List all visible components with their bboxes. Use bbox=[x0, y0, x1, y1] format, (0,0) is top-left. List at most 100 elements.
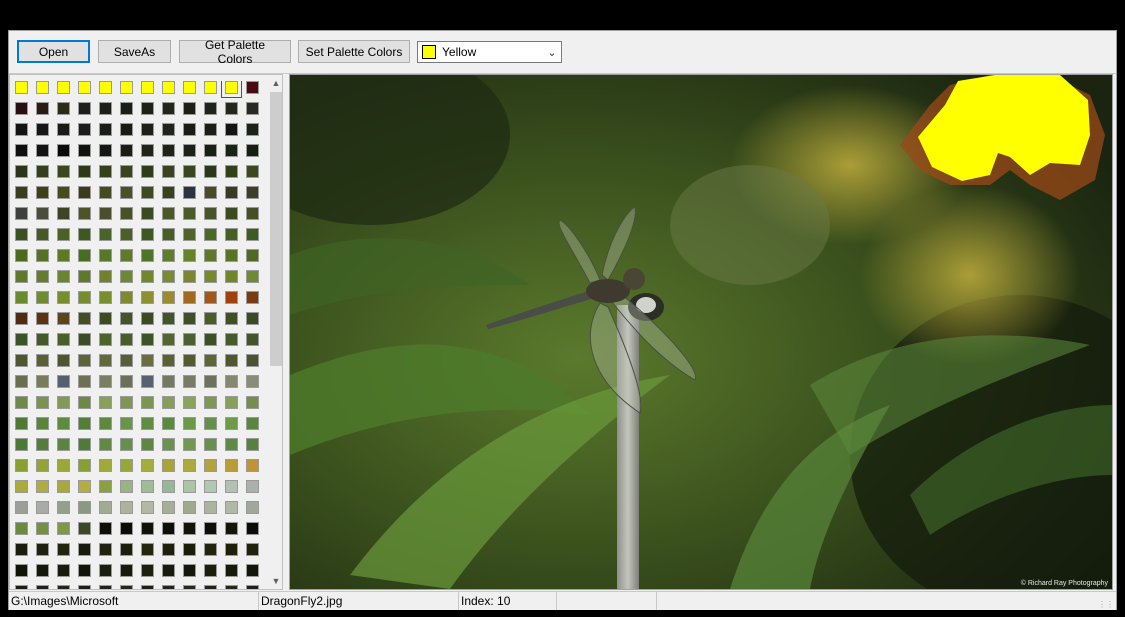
palette-swatch[interactable] bbox=[204, 585, 217, 589]
palette-swatch[interactable] bbox=[57, 480, 70, 493]
palette-swatch[interactable] bbox=[36, 333, 49, 346]
palette-swatch[interactable] bbox=[183, 375, 196, 388]
palette-swatch[interactable] bbox=[225, 417, 238, 430]
palette-swatch[interactable] bbox=[99, 585, 112, 589]
palette-swatch[interactable] bbox=[183, 480, 196, 493]
palette-swatch[interactable] bbox=[120, 144, 133, 157]
palette-swatch[interactable] bbox=[57, 102, 70, 115]
palette-swatch[interactable] bbox=[57, 207, 70, 220]
palette-swatch[interactable] bbox=[141, 396, 154, 409]
palette-swatch[interactable] bbox=[183, 165, 196, 178]
palette-swatch[interactable] bbox=[204, 249, 217, 262]
palette-swatch[interactable] bbox=[99, 249, 112, 262]
palette-swatch[interactable] bbox=[246, 438, 259, 451]
palette-swatch[interactable] bbox=[15, 249, 28, 262]
palette-swatch[interactable] bbox=[78, 501, 91, 514]
palette-swatch[interactable] bbox=[225, 312, 238, 325]
palette-swatch[interactable] bbox=[120, 543, 133, 556]
palette-swatch[interactable] bbox=[99, 123, 112, 136]
palette-swatch[interactable] bbox=[99, 564, 112, 577]
palette-swatch[interactable] bbox=[204, 186, 217, 199]
palette-swatch[interactable] bbox=[15, 564, 28, 577]
palette-swatch[interactable] bbox=[204, 123, 217, 136]
palette-swatch[interactable] bbox=[36, 375, 49, 388]
palette-swatch[interactable] bbox=[99, 186, 112, 199]
palette-swatch[interactable] bbox=[183, 333, 196, 346]
palette-swatch[interactable] bbox=[78, 102, 91, 115]
palette-swatch[interactable] bbox=[15, 522, 28, 535]
palette-swatch[interactable] bbox=[120, 438, 133, 451]
palette-swatch[interactable] bbox=[120, 396, 133, 409]
palette-swatch[interactable] bbox=[141, 417, 154, 430]
palette-swatch[interactable] bbox=[204, 438, 217, 451]
palette-swatch[interactable] bbox=[141, 501, 154, 514]
palette-swatch[interactable] bbox=[57, 165, 70, 178]
palette-swatch[interactable] bbox=[162, 144, 175, 157]
palette-swatch[interactable] bbox=[120, 501, 133, 514]
palette-swatch[interactable] bbox=[246, 354, 259, 367]
palette-swatch[interactable] bbox=[120, 123, 133, 136]
palette-swatch[interactable] bbox=[57, 564, 70, 577]
palette-swatch[interactable] bbox=[120, 102, 133, 115]
palette-swatch[interactable] bbox=[141, 291, 154, 304]
palette-swatch[interactable] bbox=[225, 102, 238, 115]
palette-swatch[interactable] bbox=[162, 564, 175, 577]
palette-swatch[interactable] bbox=[99, 312, 112, 325]
palette-swatch[interactable] bbox=[162, 333, 175, 346]
palette-swatch[interactable] bbox=[57, 123, 70, 136]
saveas-button[interactable]: SaveAs bbox=[98, 40, 171, 63]
palette-swatch[interactable] bbox=[57, 459, 70, 472]
palette-swatch[interactable] bbox=[162, 123, 175, 136]
palette-swatch[interactable] bbox=[162, 585, 175, 589]
palette-swatch[interactable] bbox=[141, 585, 154, 589]
palette-swatch[interactable] bbox=[36, 585, 49, 589]
palette-swatch[interactable] bbox=[78, 543, 91, 556]
palette-swatch[interactable] bbox=[15, 438, 28, 451]
palette-swatch[interactable] bbox=[36, 417, 49, 430]
palette-swatch[interactable] bbox=[78, 417, 91, 430]
palette-swatch[interactable] bbox=[162, 228, 175, 241]
palette-swatch[interactable] bbox=[15, 333, 28, 346]
palette-swatch[interactable] bbox=[204, 333, 217, 346]
palette-swatch[interactable] bbox=[120, 585, 133, 589]
palette-swatch[interactable] bbox=[162, 417, 175, 430]
palette-swatch[interactable] bbox=[57, 438, 70, 451]
palette-swatch[interactable] bbox=[183, 270, 196, 283]
palette-swatch[interactable] bbox=[246, 312, 259, 325]
palette-swatch[interactable] bbox=[120, 165, 133, 178]
palette-swatch[interactable] bbox=[141, 333, 154, 346]
palette-swatch[interactable] bbox=[204, 228, 217, 241]
palette-swatch[interactable] bbox=[162, 270, 175, 283]
palette-swatch[interactable] bbox=[225, 228, 238, 241]
palette-swatch[interactable] bbox=[15, 102, 28, 115]
palette-swatch[interactable] bbox=[36, 354, 49, 367]
palette-swatch[interactable] bbox=[162, 81, 175, 94]
palette-swatch[interactable] bbox=[78, 207, 91, 220]
palette-swatch[interactable] bbox=[36, 291, 49, 304]
palette-swatch[interactable] bbox=[36, 102, 49, 115]
palette-swatch[interactable] bbox=[78, 375, 91, 388]
palette-swatch[interactable] bbox=[57, 396, 70, 409]
palette-swatch[interactable] bbox=[246, 249, 259, 262]
palette-swatch[interactable] bbox=[36, 207, 49, 220]
palette-swatch[interactable] bbox=[78, 291, 91, 304]
palette-swatch[interactable] bbox=[120, 291, 133, 304]
palette-swatch[interactable] bbox=[246, 81, 259, 94]
palette-swatch[interactable] bbox=[183, 459, 196, 472]
palette-swatch[interactable] bbox=[36, 459, 49, 472]
palette-swatch[interactable] bbox=[36, 186, 49, 199]
palette-swatch[interactable] bbox=[183, 585, 196, 589]
palette-swatch[interactable] bbox=[246, 396, 259, 409]
palette-swatch[interactable] bbox=[36, 543, 49, 556]
palette-swatch[interactable] bbox=[246, 270, 259, 283]
palette-swatch[interactable] bbox=[204, 459, 217, 472]
palette-swatch[interactable] bbox=[204, 312, 217, 325]
palette-swatch[interactable] bbox=[15, 312, 28, 325]
palette-swatch[interactable] bbox=[141, 270, 154, 283]
palette-swatch[interactable] bbox=[15, 270, 28, 283]
palette-swatch[interactable] bbox=[204, 417, 217, 430]
palette-swatch[interactable] bbox=[246, 144, 259, 157]
palette-swatch[interactable] bbox=[225, 564, 238, 577]
palette-swatch[interactable] bbox=[36, 501, 49, 514]
palette-swatch[interactable] bbox=[141, 312, 154, 325]
